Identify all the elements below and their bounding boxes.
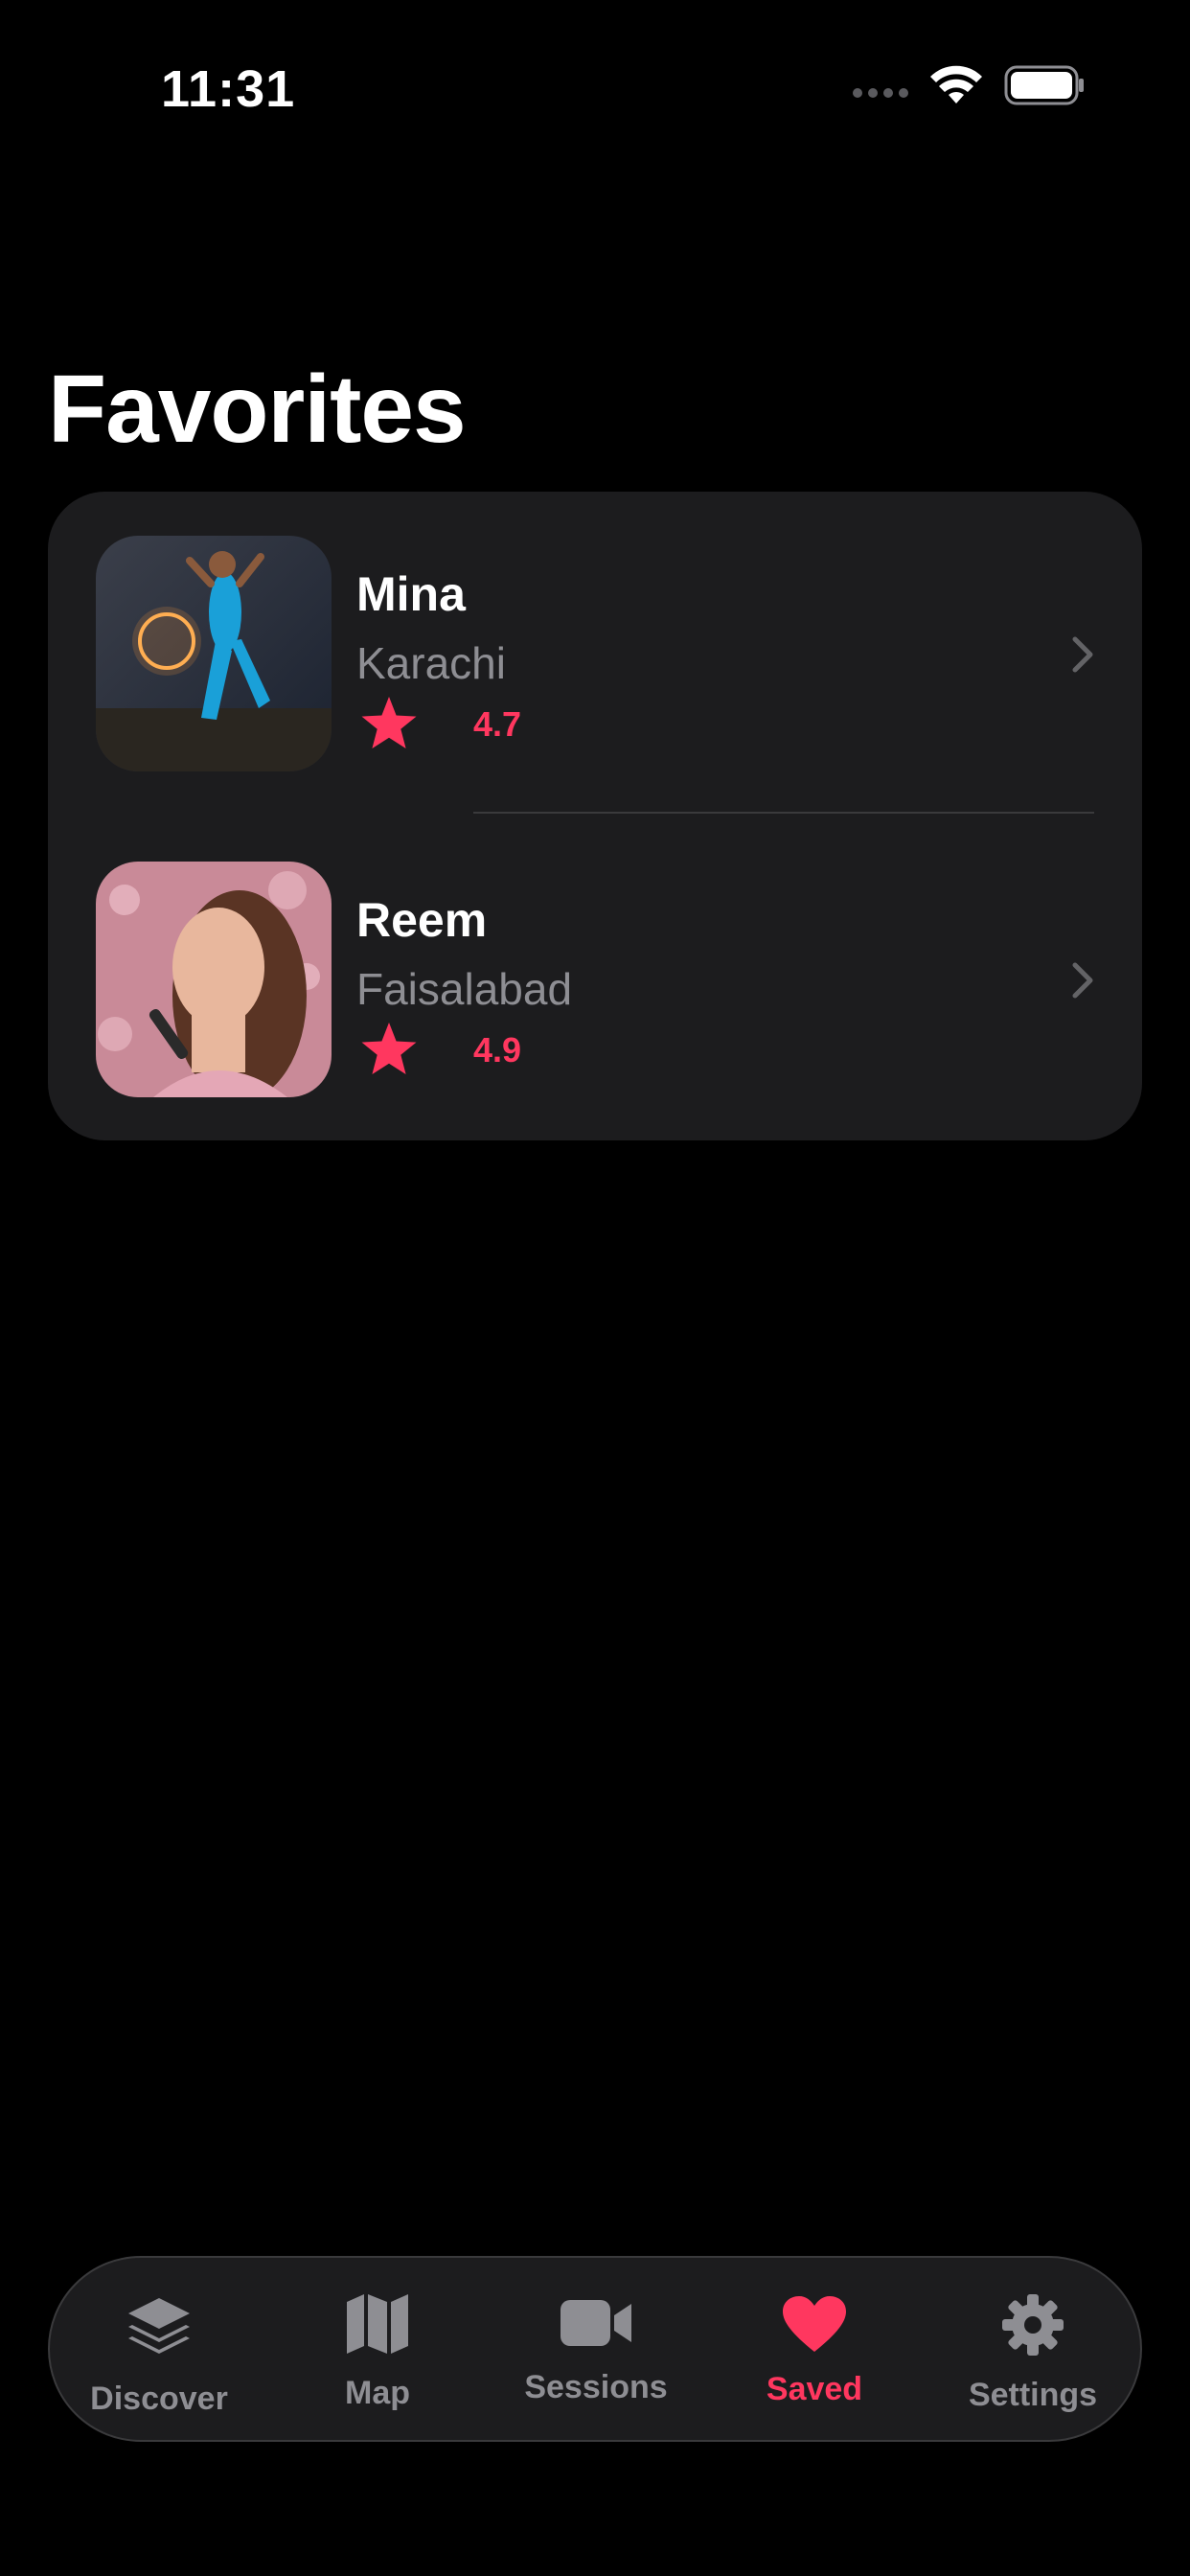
favorite-row-mina[interactable]: Mina Karachi 4.7: [48, 492, 1142, 771]
video-icon: [561, 2300, 631, 2346]
tab-saved[interactable]: Saved: [719, 2258, 910, 2444]
wifi-icon: [930, 65, 982, 104]
tab-settings[interactable]: Settings: [937, 2258, 1129, 2444]
favorite-row-reem[interactable]: Reem Faisalabad 4.9: [48, 817, 1142, 1097]
tab-label: Map: [345, 2375, 410, 2411]
favorite-rating: 4.9: [473, 1030, 522, 1070]
row-divider: [473, 812, 1094, 814]
star-icon: [361, 1023, 417, 1074]
avatar-photo: [96, 536, 332, 771]
tab-bar: Discover Map Sessions Saved Settings: [48, 2256, 1142, 2442]
status-time: 11:31: [161, 60, 296, 118]
favorite-city: Karachi: [356, 638, 506, 688]
favorite-city: Faisalabad: [356, 964, 573, 1014]
star-icon: [361, 697, 417, 748]
favorites-screen: 11:31 Favorites Mina Karachi 4.7 Reem Fa…: [0, 0, 1190, 2576]
map-icon: [347, 2294, 408, 2354]
cellular-signal-icon: [853, 88, 908, 98]
favorite-name: Mina: [356, 567, 466, 621]
chevron-right-icon: [1072, 636, 1093, 673]
tab-label: Sessions: [524, 2369, 668, 2405]
tab-sessions[interactable]: Sessions: [500, 2258, 692, 2444]
battery-icon: [1004, 65, 1084, 105]
favorite-name: Reem: [356, 893, 488, 947]
tab-label: Discover: [90, 2380, 228, 2417]
page-title: Favorites: [48, 356, 467, 463]
chevron-right-icon: [1072, 962, 1093, 999]
heart-icon: [783, 2296, 846, 2352]
tab-map[interactable]: Map: [282, 2258, 473, 2444]
tab-label: Saved: [766, 2371, 863, 2407]
favorites-list: Mina Karachi 4.7 Reem Faisalabad 4.9: [48, 492, 1142, 1140]
avatar-photo: [96, 862, 332, 1097]
gear-icon: [1002, 2294, 1064, 2356]
status-indicators: [853, 65, 1085, 105]
stack-icon: [128, 2298, 190, 2354]
favorite-rating: 4.7: [473, 704, 522, 744]
tab-discover[interactable]: Discover: [63, 2258, 255, 2444]
tab-label: Settings: [968, 2377, 1098, 2413]
